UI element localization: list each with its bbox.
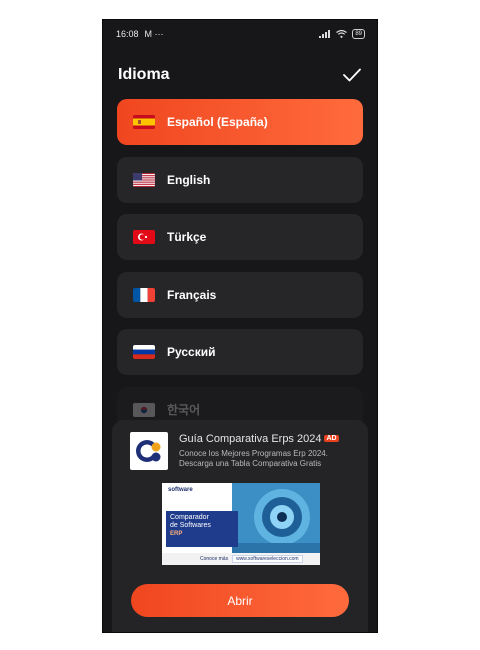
banner-footer: Conoce más www.softwareseleccion.com <box>162 553 320 565</box>
language-label: Español (España) <box>167 115 268 129</box>
phone-screen: 16:08 M ··· 89 Idioma Español (España) E… <box>103 20 377 632</box>
ad-panel: Guía Comparativa Erps 2024 AD Conoce los … <box>112 420 368 632</box>
flag-kr-icon <box>133 402 155 417</box>
status-bar: 16:08 M ··· 89 <box>103 20 377 48</box>
banner-headline: Comparador de Softwares ERP <box>166 511 238 547</box>
status-time: 16:08 <box>116 29 139 39</box>
open-button[interactable]: Abrir <box>131 584 349 617</box>
banner-cta: Conoce más <box>200 556 229 562</box>
notification-icons: M ··· <box>144 29 164 39</box>
language-label: Русский <box>167 345 216 359</box>
check-icon[interactable] <box>342 65 362 85</box>
battery-icon: 89 <box>352 29 365 39</box>
language-option-tr[interactable]: Türkçe <box>117 214 363 260</box>
signal-icon <box>319 30 331 38</box>
language-label: Türkçe <box>167 230 207 244</box>
ad-title[interactable]: Guía Comparativa Erps 2024 AD <box>179 433 339 445</box>
language-label: Français <box>167 287 217 302</box>
language-label: 한국어 <box>167 403 201 417</box>
ad-logo[interactable] <box>130 432 168 470</box>
flag-es-icon <box>133 115 155 129</box>
flag-us-icon <box>133 172 155 187</box>
language-option-ru[interactable]: Русский <box>117 329 363 375</box>
language-option-es[interactable]: Español (España) <box>117 99 363 145</box>
ad-description: Conoce los Mejores Programas Erp 2024. D… <box>179 449 328 468</box>
flag-fr-icon <box>133 287 155 302</box>
language-list: Español (España) English Türkçe Français… <box>117 99 363 444</box>
flag-tr-icon <box>133 230 155 244</box>
page-title: Idioma <box>118 66 170 83</box>
wifi-icon <box>336 30 348 38</box>
ad-banner-image[interactable]: software Comparador de Softwares ERP Con… <box>162 483 320 565</box>
ad-badge: AD <box>324 435 339 442</box>
language-option-en[interactable]: English <box>117 156 363 203</box>
banner-art-icon <box>232 483 320 555</box>
flag-ru-icon <box>133 345 155 359</box>
header: Idioma <box>103 60 377 90</box>
language-label: English <box>167 172 211 187</box>
banner-brand: software <box>168 487 193 493</box>
banner-link: www.softwareseleccion.com <box>232 555 303 563</box>
language-option-fr[interactable]: Français <box>117 271 363 318</box>
